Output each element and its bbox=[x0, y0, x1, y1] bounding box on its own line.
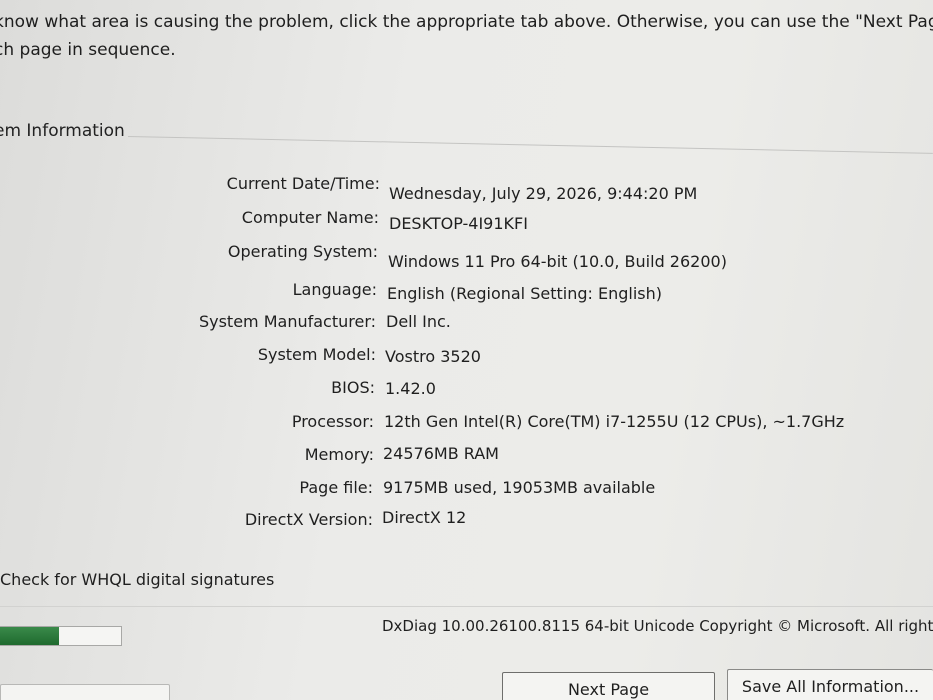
whql-check-label[interactable]: Check for WHQL digital signatures bbox=[0, 570, 274, 589]
system-info-value: DESKTOP-4I91KFI bbox=[389, 214, 528, 233]
system-info-row: Page file: 9175MB used, 19053MB available bbox=[0, 478, 933, 502]
system-info-label: Memory: bbox=[304, 445, 374, 464]
system-info-label: System Model: bbox=[257, 345, 376, 364]
system-info-row: System Model: Vostro 3520 bbox=[0, 345, 933, 369]
system-info-value: Wednesday, July 29, 2026, 9:44:20 PM bbox=[389, 184, 698, 203]
system-info-row: DirectX Version: DirectX 12 bbox=[0, 508, 933, 534]
system-info-value: 9175MB used, 19053MB available bbox=[383, 478, 656, 497]
save-all-information-button[interactable]: Save All Information... bbox=[727, 669, 933, 700]
dxdiag-window: know what area is causing the problem, c… bbox=[0, 0, 933, 700]
system-info-row: Memory: 24576MB RAM bbox=[0, 444, 933, 469]
instructions-text: know what area is causing the problem, c… bbox=[0, 8, 933, 64]
system-information-group-title: em Information bbox=[0, 121, 125, 141]
instructions-line-1: know what area is causing the problem, c… bbox=[0, 12, 933, 32]
system-info-label: Current Date/Time: bbox=[226, 174, 380, 193]
system-info-value: English (Regional Setting: English) bbox=[387, 284, 662, 303]
dxdiag-version-text: DxDiag 10.00.26100.8115 64-bit Unicode C… bbox=[382, 617, 933, 635]
system-info-row: Computer Name: DESKTOP-4I91KFI bbox=[0, 208, 933, 233]
system-info-label: BIOS: bbox=[331, 378, 375, 397]
system-info-row: Current Date/Time: Wednesday, July 29, 20… bbox=[0, 174, 933, 203]
system-info-label: Language: bbox=[292, 280, 377, 299]
system-info-value: 24576MB RAM bbox=[383, 444, 499, 463]
system-info-value: 12th Gen Intel(R) Core(TM) i7-1255U (12 … bbox=[384, 412, 845, 431]
system-info-label: DirectX Version: bbox=[244, 510, 373, 529]
system-info-value: Dell Inc. bbox=[386, 312, 451, 331]
system-info-label: Operating System: bbox=[227, 242, 378, 261]
system-info-label: System Manufacturer: bbox=[198, 312, 376, 331]
footer-divider bbox=[0, 606, 933, 607]
next-page-button[interactable]: Next Page bbox=[502, 672, 715, 700]
system-info-value: Vostro 3520 bbox=[385, 347, 481, 366]
system-info-value: DirectX 12 bbox=[382, 508, 467, 527]
system-info-value: 1.42.0 bbox=[385, 379, 436, 398]
system-info-row: Operating System: Windows 11 Pro 64-bit (… bbox=[0, 242, 933, 271]
system-info-row: Language: English (Regional Setting: Engl… bbox=[0, 280, 933, 304]
system-info-row: System Manufacturer: Dell Inc. bbox=[0, 312, 933, 336]
group-box-border bbox=[127, 136, 933, 154]
progress-bar-fill bbox=[0, 627, 59, 645]
system-info-value: Windows 11 Pro 64-bit (10.0, Build 26200… bbox=[388, 252, 727, 271]
system-info-label: Processor: bbox=[291, 412, 374, 431]
progress-bar bbox=[0, 626, 122, 646]
system-info-label: Computer Name: bbox=[241, 208, 379, 227]
system-info-label: Page file: bbox=[299, 478, 373, 497]
system-info-row: Processor: 12th Gen Intel(R) Core(TM) i7-… bbox=[0, 412, 933, 436]
help-button[interactable] bbox=[0, 684, 170, 700]
system-info-row: BIOS: 1.42.0 bbox=[0, 378, 933, 402]
instructions-line-2: ch page in sequence. bbox=[0, 40, 176, 60]
